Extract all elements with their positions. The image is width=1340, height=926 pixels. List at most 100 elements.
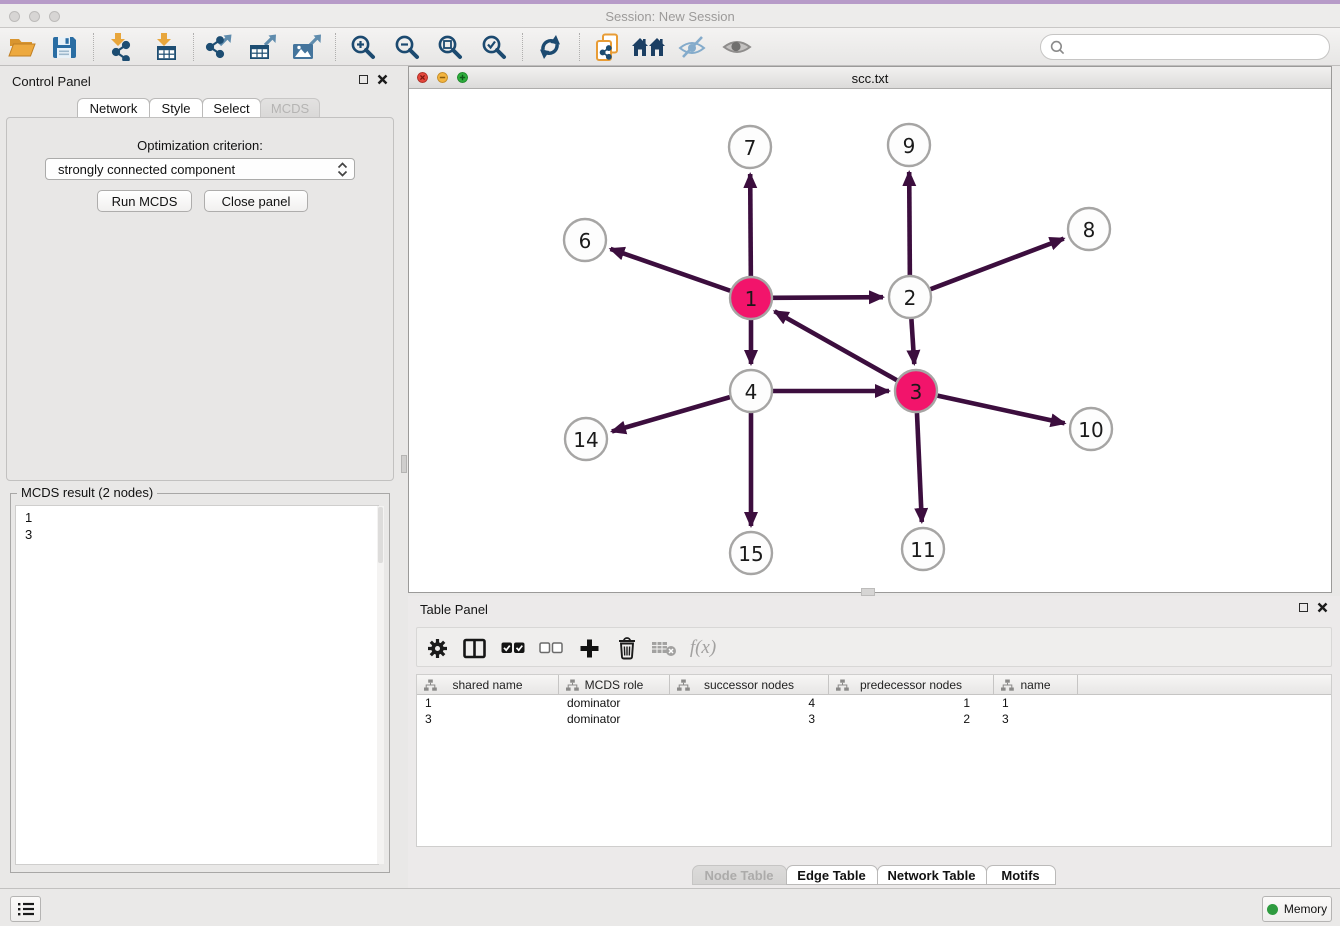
vertical-splitter[interactable]	[400, 66, 408, 888]
search-icon	[1050, 40, 1065, 55]
column-header-label: successor nodes	[704, 678, 794, 692]
table-body: 1dominator4113dominator323	[417, 695, 1331, 727]
column-header-label: name	[1020, 678, 1050, 692]
mcds-result-title: MCDS result (2 nodes)	[17, 485, 157, 500]
search-input[interactable]	[1070, 40, 1329, 55]
tab-network[interactable]: Network	[77, 98, 150, 118]
close-panel-button[interactable]: Close panel	[204, 190, 308, 212]
export-network-icon[interactable]	[198, 31, 238, 63]
graph-edge-1-7[interactable]	[750, 174, 751, 276]
column-header-label: MCDS role	[585, 678, 644, 692]
graph-edge-3-11[interactable]	[917, 413, 922, 522]
graph-edge-4-14[interactable]	[612, 397, 730, 431]
table-tabs: Node Table Edge Table Network Table Moti…	[408, 865, 1340, 886]
column-header-MCDS-role[interactable]: MCDS role	[559, 675, 670, 695]
window-title: Session: New Session	[0, 9, 1340, 24]
clone-network-icon[interactable]	[587, 31, 627, 63]
export-image-icon[interactable]	[286, 31, 326, 63]
result-scrollbar-thumb[interactable]	[378, 507, 383, 563]
graph-edge-1-2[interactable]	[773, 297, 883, 298]
network-view-window: scc.txt 7968124314101511	[408, 66, 1332, 593]
table-row[interactable]: 1dominator411	[417, 695, 1331, 711]
table-cell: 1	[829, 695, 994, 711]
houses-icon[interactable]	[629, 31, 669, 63]
deselect-all-icon[interactable]	[531, 632, 571, 664]
status-bar: Memory	[0, 888, 1340, 926]
table-panel: Table Panel	[408, 596, 1340, 888]
zoom-out-icon[interactable]	[387, 31, 427, 63]
import-table-icon[interactable]	[146, 31, 186, 63]
window-titlebar[interactable]: Session: New Session	[0, 4, 1340, 28]
tab-edge-table[interactable]: Edge Table	[786, 865, 878, 885]
table-cell: 3	[417, 711, 559, 727]
close-table-panel-icon[interactable]	[1317, 602, 1328, 613]
show-all-eye-icon[interactable]	[717, 31, 757, 63]
column-header-successor-nodes[interactable]: successor nodes	[670, 675, 829, 695]
column-header-predecessor-nodes[interactable]: predecessor nodes	[829, 675, 994, 695]
attribute-icon	[677, 679, 690, 692]
network-graph[interactable]: 7968124314101511	[409, 89, 1331, 592]
criterion-value: strongly connected component	[58, 162, 235, 177]
tab-network-table[interactable]: Network Table	[877, 865, 987, 885]
graph-node-label: 1	[745, 287, 758, 311]
close-panel-icon[interactable]	[377, 74, 388, 85]
memory-button[interactable]: Memory	[1262, 896, 1332, 922]
graph-edge-3-10[interactable]	[937, 396, 1064, 424]
graph-node-label: 8	[1083, 218, 1096, 242]
float-panel-icon[interactable]	[359, 75, 368, 84]
select-all-icon[interactable]	[493, 632, 533, 664]
toolbar-separator	[579, 33, 580, 61]
open-icon[interactable]	[2, 31, 42, 63]
mcds-result-list[interactable]: 1 3	[15, 505, 379, 865]
splitter-handle[interactable]	[401, 455, 407, 473]
criterion-dropdown[interactable]: strongly connected component	[45, 158, 355, 180]
refresh-icon[interactable]	[530, 31, 570, 63]
run-mcds-button[interactable]: Run MCDS	[97, 190, 192, 212]
column-header-name[interactable]: name	[994, 675, 1078, 695]
fit-content-icon[interactable]	[430, 31, 470, 63]
result-scrollbar[interactable]	[377, 506, 384, 864]
tab-select[interactable]: Select	[202, 98, 261, 118]
attribute-icon	[836, 679, 849, 692]
network-window-titlebar[interactable]: scc.txt	[409, 67, 1331, 89]
graph-node-label: 3	[910, 380, 923, 404]
main-toolbar	[0, 28, 1340, 66]
node-table[interactable]: shared name MCDS role successor nodes prede…	[416, 674, 1332, 847]
toolbar-separator	[522, 33, 523, 61]
graph-node-label: 9	[903, 134, 916, 158]
zoom-in-icon[interactable]	[343, 31, 383, 63]
graph-edge-2-9[interactable]	[909, 172, 910, 275]
float-table-panel-icon[interactable]	[1299, 603, 1308, 612]
horizontal-splitter-handle[interactable]	[861, 588, 875, 596]
tab-mcds[interactable]: MCDS	[260, 98, 320, 118]
graph-edge-3-1[interactable]	[775, 311, 897, 380]
search-field[interactable]	[1040, 34, 1330, 60]
gear-icon[interactable]	[417, 632, 457, 664]
zoom-selected-icon[interactable]	[474, 31, 514, 63]
attribute-icon	[424, 679, 437, 692]
import-network-icon[interactable]	[100, 31, 140, 63]
graph-node-label: 10	[1078, 418, 1103, 442]
add-icon[interactable]	[569, 632, 609, 664]
control-panel: Control Panel Network Style Select MCDS …	[0, 66, 400, 888]
tab-node-table[interactable]: Node Table	[692, 865, 787, 885]
table-row[interactable]: 3dominator323	[417, 711, 1331, 727]
control-panel-title: Control Panel	[12, 74, 91, 89]
columns-icon[interactable]	[454, 632, 494, 664]
graph-edge-1-6[interactable]	[610, 249, 730, 291]
tab-motifs[interactable]: Motifs	[986, 865, 1056, 885]
graph-edge-2-8[interactable]	[931, 239, 1064, 290]
trash-icon[interactable]	[607, 632, 647, 664]
export-table-icon[interactable]	[242, 31, 282, 63]
column-header-shared-name[interactable]: shared name	[417, 675, 559, 695]
table-header-row: shared name MCDS role successor nodes prede…	[417, 675, 1331, 695]
graph-edge-2-3[interactable]	[911, 319, 914, 364]
save-icon[interactable]	[44, 31, 84, 63]
hide-selected-eye-icon[interactable]	[672, 31, 712, 63]
tab-style[interactable]: Style	[149, 98, 203, 118]
task-history-button[interactable]	[10, 896, 41, 922]
toolbar-separator	[93, 33, 94, 61]
network-canvas[interactable]: 7968124314101511	[409, 89, 1331, 592]
network-window-title: scc.txt	[409, 71, 1331, 86]
graph-node-label: 6	[579, 229, 592, 253]
